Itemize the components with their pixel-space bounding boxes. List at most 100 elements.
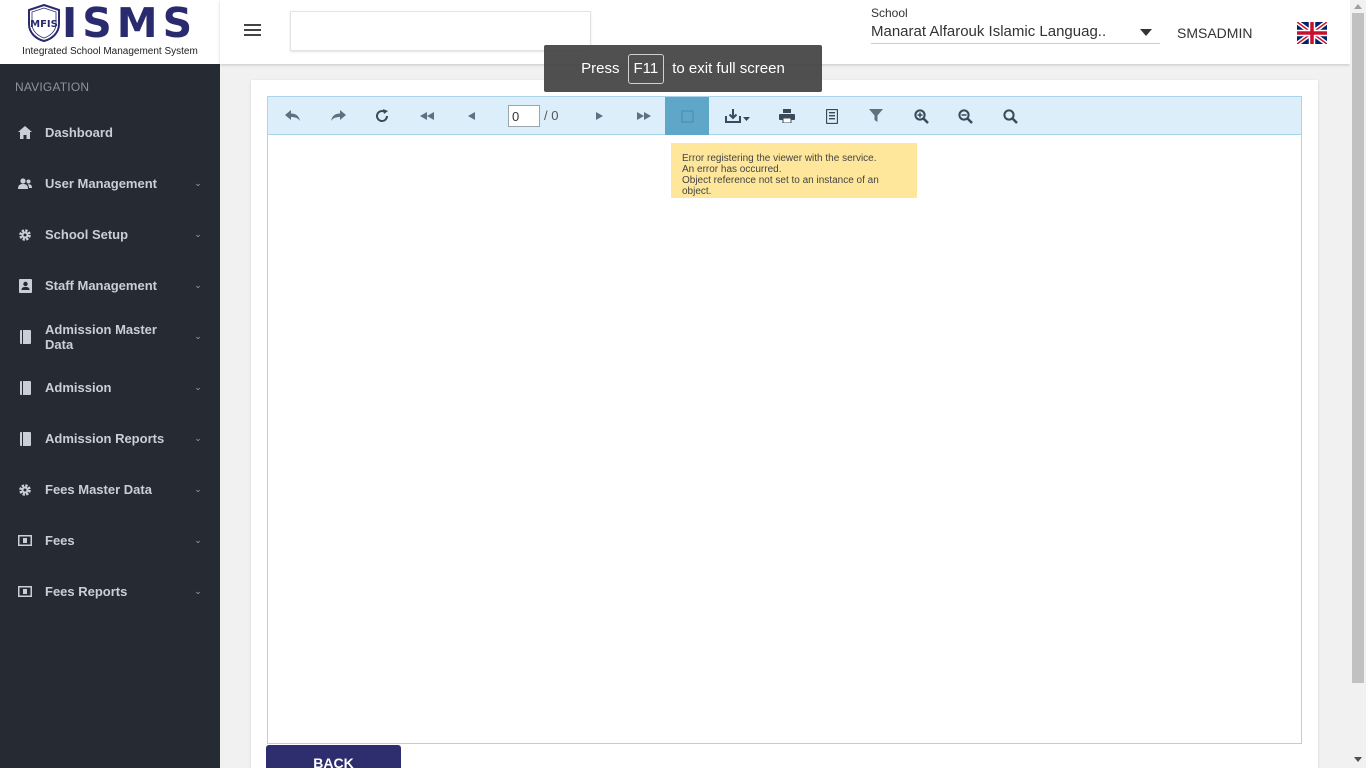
sidebar-item-admission[interactable]: Admission ⌄ (0, 362, 220, 413)
print-button[interactable] (765, 97, 809, 135)
chevron-down-icon: ⌄ (194, 331, 202, 341)
next-page-button[interactable] (577, 97, 621, 135)
refresh-icon (376, 109, 389, 122)
error-message: Error registering the viewer with the se… (671, 143, 917, 198)
sidebar-item-fees[interactable]: Fees ⌄ (0, 515, 220, 566)
scroll-down-icon[interactable] (1354, 757, 1362, 762)
school-select[interactable]: Manarat Alfarouk Islamic Languag.. (871, 21, 1160, 44)
id-card-icon (18, 278, 32, 293)
last-page-button[interactable] (622, 97, 666, 135)
export-icon (725, 109, 750, 123)
scroll-thumb[interactable] (1352, 13, 1364, 683)
search-button[interactable] (988, 97, 1032, 135)
scroll-up-icon[interactable] (1354, 4, 1362, 9)
parameters-icon (869, 109, 883, 122)
sidebar-item-label: Dashboard (45, 125, 113, 140)
document-map-button[interactable] (665, 97, 709, 135)
last-page-icon (637, 112, 651, 120)
sidebar-item-label: Fees Master Data (45, 482, 152, 497)
sidebar-item-staff-management[interactable]: Staff Management ⌄ (0, 260, 220, 311)
report-viewer: / 0 Error registeri (267, 96, 1302, 744)
export-button[interactable] (716, 97, 760, 135)
print-icon (779, 109, 795, 123)
users-icon (18, 177, 32, 191)
error-line: Object reference not set to an instance … (682, 175, 879, 197)
sidebar-item-label: Fees Reports (45, 584, 128, 599)
chevron-down-icon: ⌄ (194, 178, 202, 188)
sidebar-item-label: User Management (45, 176, 157, 191)
chevron-down-icon: ⌄ (194, 280, 202, 290)
toast-key: F11 (627, 53, 665, 84)
forward-icon (331, 110, 346, 121)
sidebar-item-label: Admission Reports (45, 431, 165, 446)
sidebar-item-label: Fees (45, 533, 75, 548)
toast-prefix: Press (581, 60, 620, 77)
school-select-value: Manarat Alfarouk Islamic Languag.. (871, 23, 1107, 40)
money-icon (18, 534, 32, 548)
money-icon (18, 585, 32, 599)
search-icon (1002, 108, 1018, 124)
logo-subtitle: Integrated School Management System (22, 46, 198, 57)
previous-page-button[interactable] (449, 97, 493, 135)
refresh-button[interactable] (360, 97, 404, 135)
print-preview-button[interactable] (810, 97, 854, 135)
sidebar-item-label: Staff Management (45, 278, 157, 293)
first-page-button[interactable] (405, 97, 449, 135)
page-total: / 0 (544, 108, 559, 123)
sidebar-item-dashboard[interactable]: Dashboard (0, 107, 220, 158)
chevron-down-icon: ⌄ (194, 586, 202, 596)
sidebar-item-label: Admission (45, 380, 112, 395)
fullscreen-toast: Press F11 to exit full screen (544, 45, 822, 92)
back-button[interactable] (271, 97, 315, 135)
menu-toggle-icon[interactable] (244, 24, 261, 38)
chevron-down-icon: ⌄ (194, 229, 202, 239)
school-seal-icon: MFIS (28, 4, 60, 42)
viewer-toolbar: / 0 (268, 97, 1301, 135)
chevron-down-icon: ⌄ (194, 535, 202, 545)
chevron-down-icon: ⌄ (194, 484, 202, 494)
zoom-out-icon (957, 108, 973, 124)
gear-icon (18, 228, 32, 242)
parameters-button[interactable] (854, 97, 898, 135)
logo[interactable]: MFIS ISMS Integrated School Management S… (0, 0, 220, 64)
previous-page-icon (467, 112, 475, 120)
sidebar-item-admission-master-data[interactable]: Admission Master Data ⌄ (0, 311, 220, 362)
page-scrollbar[interactable] (1350, 0, 1366, 768)
gear-icon (18, 483, 32, 497)
home-icon (18, 126, 32, 140)
book-icon (18, 329, 32, 344)
caret-down-icon (1140, 29, 1152, 36)
back-button[interactable]: BACK (266, 745, 401, 768)
zoom-in-button[interactable] (899, 97, 943, 135)
forward-button[interactable] (316, 97, 360, 135)
chevron-down-icon: ⌄ (194, 382, 202, 392)
document-map-icon (680, 109, 694, 123)
page-number-input[interactable] (508, 105, 540, 127)
error-line: An error has occurred. (682, 164, 782, 175)
print-preview-icon (826, 108, 838, 124)
zoom-in-icon (913, 108, 929, 124)
toast-suffix: to exit full screen (672, 60, 785, 77)
first-page-icon (420, 112, 434, 120)
user-menu[interactable]: SMSADMIN (1177, 25, 1252, 41)
sidebar-item-user-management[interactable]: User Management ⌄ (0, 158, 220, 209)
sidebar-item-admission-reports[interactable]: Admission Reports ⌄ (0, 413, 220, 464)
sidebar-nav: Dashboard User Management ⌄ School Setup… (0, 107, 220, 617)
error-line: Error registering the viewer with the se… (682, 153, 877, 164)
sidebar-item-fees-reports[interactable]: Fees Reports ⌄ (0, 566, 220, 617)
logo-title: ISMS (62, 0, 198, 47)
nav-section-title: NAVIGATION (15, 80, 90, 94)
book-icon (18, 431, 32, 446)
sidebar-item-fees-master-data[interactable]: Fees Master Data ⌄ (0, 464, 220, 515)
school-label: School (871, 6, 908, 20)
sidebar-item-label: Admission Master Data (45, 321, 157, 352)
seal-text: MFIS (30, 19, 58, 30)
zoom-out-button[interactable] (943, 97, 987, 135)
sidebar: MFIS ISMS Integrated School Management S… (0, 0, 220, 768)
sidebar-item-label: School Setup (45, 227, 129, 242)
back-icon (285, 110, 300, 121)
book-icon (18, 380, 32, 395)
uk-flag-icon[interactable] (1297, 22, 1327, 44)
chevron-down-icon: ⌄ (194, 433, 202, 443)
sidebar-item-school-setup[interactable]: School Setup ⌄ (0, 209, 220, 260)
